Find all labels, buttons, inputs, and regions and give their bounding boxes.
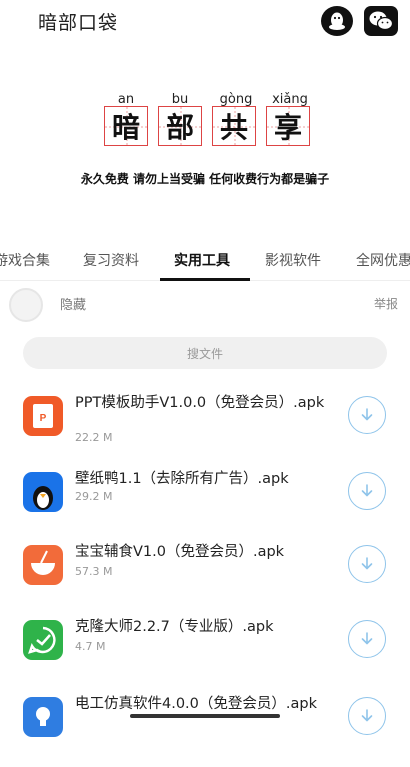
list-item[interactable]: 电工仿真软件4.0.0（免登会员）.apk (0, 696, 410, 767)
slogan: 永久免费 请勿上当受骗 任何收费行为都是骗子 (80, 172, 330, 186)
banner: an bu gòng xiǎng 暗 部 共 享 永久免费 请勿上当受骗 任何收… (0, 44, 410, 240)
file-size: 22.2 M (75, 431, 113, 444)
app-title: 暗部口袋 (38, 12, 119, 34)
file-name: PPT模板助手V1.0.0（免登会员）.apk (75, 395, 325, 411)
app-header: 暗部口袋 (0, 0, 410, 44)
file-name: 壁纸鸭1.1（去除所有广告）.apk (75, 471, 289, 487)
download-button[interactable] (348, 620, 386, 658)
char-box-xiang: 享 (266, 106, 311, 147)
pinyin-bu: bu (171, 92, 189, 107)
svg-text:P: P (40, 413, 47, 424)
clone-icon (23, 620, 63, 660)
hidden-row: 隐藏 举报 (0, 283, 410, 323)
download-icon (361, 632, 373, 645)
download-button[interactable] (348, 697, 386, 735)
download-button[interactable] (348, 472, 386, 510)
active-tab-indicator (160, 278, 250, 281)
download-icon (361, 709, 373, 722)
list-item[interactable]: 克隆大师2.2.7（专业版）.apk 4.7 M (0, 619, 410, 690)
category-tabs: 游戏合集 复习资料 实用工具 影视软件 全网优惠 (0, 240, 410, 281)
list-item[interactable]: P PPT模板助手V1.0.0（免登会员）.apk 22.2 M (0, 395, 410, 466)
tab-review[interactable]: 复习资料 (83, 250, 139, 270)
download-button[interactable] (348, 396, 386, 434)
tab-deals[interactable]: 全网优惠 (356, 250, 410, 270)
download-icon (361, 557, 373, 570)
home-indicator (130, 714, 280, 718)
pinyin-gong: gòng (219, 92, 253, 107)
search-input[interactable]: 搜文件 (23, 337, 387, 369)
char-box-bu: 部 (158, 106, 203, 147)
penguin-wallpaper-icon (23, 472, 63, 512)
wechat-icon (369, 11, 394, 31)
file-size: 4.7 M (75, 640, 106, 653)
bowl-icon (23, 545, 63, 585)
hide-label[interactable]: 隐藏 (60, 294, 86, 313)
download-icon (361, 484, 373, 497)
file-name: 电工仿真软件4.0.0（免登会员）.apk (75, 696, 317, 712)
bulb-icon (23, 697, 63, 737)
tab-tools[interactable]: 实用工具 (174, 250, 230, 270)
pinyin-an: an (117, 92, 135, 107)
report-link[interactable]: 举报 (374, 295, 398, 312)
wechat-button[interactable] (364, 6, 398, 36)
char-an: 暗 (111, 111, 140, 144)
avatar[interactable] (9, 288, 43, 322)
qq-penguin-icon (329, 12, 345, 30)
qq-button[interactable] (321, 6, 353, 36)
char-box-an: 暗 (104, 106, 149, 147)
list-item[interactable]: 宝宝辅食V1.0（免登会员）.apk 57.3 M (0, 544, 410, 615)
char-box-gong: 共 (212, 106, 257, 147)
pinyin-xiang: xiǎng (272, 92, 308, 107)
tab-video[interactable]: 影视软件 (265, 250, 321, 270)
tab-games[interactable]: 游戏合集 (0, 250, 50, 270)
char-gong: 共 (219, 111, 248, 144)
char-bu: 部 (165, 111, 194, 144)
download-icon (361, 408, 373, 421)
search-placeholder: 搜文件 (186, 346, 223, 361)
file-name: 克隆大师2.2.7（专业版）.apk (75, 619, 274, 635)
ppt-icon: P (23, 396, 63, 436)
file-size: 57.3 M (75, 565, 113, 578)
file-size: 29.2 M (75, 490, 113, 503)
file-name: 宝宝辅食V1.0（免登会员）.apk (75, 544, 285, 560)
char-xiang: 享 (273, 111, 302, 144)
list-item[interactable]: 壁纸鸭1.1（去除所有广告）.apk 29.2 M (0, 471, 410, 542)
download-button[interactable] (348, 545, 386, 583)
